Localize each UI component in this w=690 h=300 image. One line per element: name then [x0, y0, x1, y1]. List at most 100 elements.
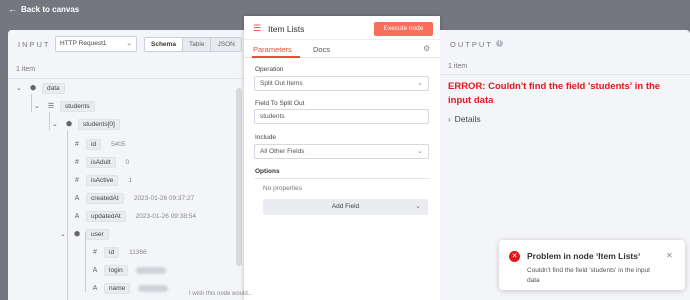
no-properties-text: No properties	[263, 185, 303, 192]
tab-docs[interactable]: Docs	[313, 45, 330, 54]
tab-schema[interactable]: Schema	[145, 38, 183, 51]
chevron-down-icon: ⌄	[417, 148, 423, 155]
tree-line	[67, 130, 68, 300]
key-label: id	[104, 246, 120, 258]
arrow-left-icon: ←	[8, 4, 17, 14]
node-settings-panel: ☰ Item Lists Execute node Parameters Doc…	[244, 16, 440, 300]
tree-row-data[interactable]: ⌄ ⬢ data	[16, 82, 65, 94]
string-icon: A	[92, 266, 98, 274]
tab-table[interactable]: Table	[182, 38, 212, 51]
key-label: data	[42, 82, 65, 94]
include-value: All Other Fields	[260, 148, 305, 155]
field-to-split-input[interactable]: students	[254, 109, 429, 124]
back-label: Back to canvas	[21, 4, 80, 14]
active-tab-indicator	[252, 56, 300, 58]
chevron-down-icon[interactable]: ⌄	[52, 120, 62, 128]
tree-row-id[interactable]: # id 5405	[70, 138, 126, 150]
tree-row-isadult[interactable]: # isAdult 0	[70, 156, 129, 168]
key-label: name	[104, 282, 131, 294]
node-title[interactable]: Item Lists	[268, 24, 304, 34]
tree-line	[85, 232, 86, 292]
toast-message: Couldn't find the field 'students' in th…	[527, 267, 650, 284]
node-header: ☰ Item Lists Execute node	[244, 16, 440, 40]
string-icon: A	[74, 194, 80, 202]
chevron-right-icon: ›	[448, 114, 451, 124]
add-field-label: Add Field	[331, 203, 360, 210]
details-toggle[interactable]: › Details	[448, 114, 481, 124]
chevron-down-icon[interactable]: ⌄	[60, 230, 70, 238]
list-icon: ☰	[47, 103, 55, 110]
options-label: Options	[255, 168, 280, 175]
object-icon: ⬢	[65, 121, 73, 128]
include-label: Include	[255, 134, 276, 141]
string-icon: A	[92, 284, 98, 292]
info-icon[interactable]: i	[496, 40, 503, 47]
key-label: createdAt	[86, 192, 124, 204]
tree-row-students-0[interactable]: ⌄ ⬢ students[0]	[52, 118, 120, 130]
chevron-down-icon: ⌄	[126, 40, 132, 47]
tree-row-createdat[interactable]: A createdAt 2023-01-26 09:37:27	[70, 192, 194, 204]
include-select[interactable]: All Other Fields ⌄	[254, 144, 429, 159]
gear-icon[interactable]: ⚙	[423, 44, 430, 53]
chevron-down-icon: ⌄	[415, 203, 421, 210]
input-label: INPUT	[18, 40, 51, 49]
close-icon[interactable]: ✕	[666, 251, 673, 260]
value: 0	[125, 158, 130, 166]
tree-line	[31, 94, 32, 112]
divider	[8, 78, 246, 79]
value: 5405	[111, 140, 126, 148]
key-label: isActive	[86, 174, 119, 186]
tree-line	[49, 112, 50, 130]
tree-row-user[interactable]: ⌄ ⬢ user	[60, 228, 109, 240]
tab-json[interactable]: JSON	[211, 38, 241, 51]
value: 2023-01-26 09:37:27	[133, 194, 195, 202]
feedback-link[interactable]: I wish this node would...	[189, 291, 253, 297]
tree-row-students[interactable]: ⌄ ☰ students	[34, 100, 95, 112]
input-node-value: HTTP Request1	[60, 40, 107, 47]
value: 1	[128, 176, 133, 184]
tree-row-updatedat[interactable]: A updatedAt 2023-01-26 09:38:54	[70, 210, 196, 222]
error-icon: ✕	[509, 251, 520, 262]
operation-select[interactable]: Split Out Items ⌄	[254, 76, 429, 91]
add-field-button[interactable]: Add Field ⌄	[263, 199, 428, 215]
input-panel: INPUT HTTP Request1 ⌄ Schema Table JSON …	[8, 30, 246, 300]
string-icon: A	[74, 212, 80, 220]
number-icon: #	[75, 176, 79, 184]
toast-title: Problem in node ‘Item Lists‘	[527, 251, 641, 261]
tree-row-login[interactable]: A login	[88, 264, 166, 276]
error-toast: ✕ Problem in node ‘Item Lists‘ Couldn't …	[499, 240, 685, 290]
details-label: Details	[454, 114, 481, 124]
node-tabs: Parameters Docs ⚙	[244, 42, 440, 58]
field-to-split-value: students	[260, 113, 285, 120]
input-node-select[interactable]: HTTP Request1 ⌄	[55, 36, 137, 52]
key-label: isAdult	[86, 156, 116, 168]
input-scrollbar[interactable]	[236, 88, 242, 266]
tree-row-name[interactable]: A name	[88, 282, 169, 294]
error-message: ERROR: Couldn't find the field 'students…	[448, 81, 661, 106]
chevron-down-icon[interactable]: ⌄	[16, 84, 26, 92]
number-icon: #	[75, 140, 79, 148]
number-icon: #	[93, 248, 97, 256]
back-to-canvas-button[interactable]: ← Back to canvas	[8, 4, 79, 14]
field-to-split-label: Field To Split Out	[255, 100, 305, 107]
object-icon: ⬢	[29, 85, 37, 92]
key-label: updatedAt	[86, 210, 126, 222]
execute-node-button[interactable]: Execute node	[374, 22, 433, 36]
key-label: students	[60, 100, 95, 112]
divider	[254, 178, 430, 179]
number-icon: #	[75, 158, 79, 166]
tree-row-isactive[interactable]: # isActive 1	[70, 174, 132, 186]
output-label: OUTPUT	[450, 40, 493, 49]
tree-row-user-id[interactable]: # id 11366	[88, 246, 147, 258]
redacted-value	[135, 266, 166, 274]
key-label: login	[104, 264, 128, 276]
key-label: students[0]	[78, 118, 120, 130]
output-item-count: 1 item	[448, 63, 468, 70]
key-label: id	[86, 138, 102, 150]
input-item-count: 1 item	[16, 66, 36, 73]
input-header: INPUT HTTP Request1 ⌄ Schema Table JSON	[8, 30, 246, 58]
chevron-down-icon[interactable]: ⌄	[34, 102, 44, 110]
value: 11366	[129, 248, 147, 256]
value: 2023-01-26 09:38:54	[135, 212, 196, 220]
tab-parameters[interactable]: Parameters	[253, 45, 292, 54]
